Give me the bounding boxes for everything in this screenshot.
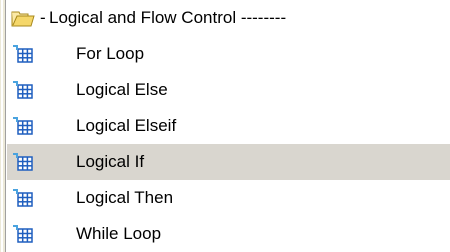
folder-open-icon [11, 11, 35, 27]
tree-item-for-loop[interactable]: For Loop [7, 36, 450, 72]
tree-item-label: Logical Else [76, 80, 168, 99]
tree-collapse-marker: - [40, 8, 46, 27]
tree-folder-label: Logical and Flow Control -------- [49, 8, 287, 27]
tree-list: - Logical and Flow Control -------- For … [7, 0, 450, 252]
tree-folder-logical-and-flow-control[interactable]: - Logical and Flow Control -------- [7, 0, 450, 36]
tree-item-logical-if[interactable]: Logical If [7, 144, 450, 180]
tree-item-label: Logical If [76, 152, 145, 171]
table-icon [13, 225, 33, 243]
tree-item-label: Logical Then [76, 188, 174, 207]
tree-item-label: While Loop [76, 224, 162, 243]
panel-left-border [0, 0, 6, 252]
table-icon [13, 189, 33, 207]
tree-item-logical-elseif[interactable]: Logical Elseif [7, 108, 450, 144]
tree-item-logical-else[interactable]: Logical Else [7, 72, 450, 108]
table-icon [13, 117, 33, 135]
tree-item-label: Logical Elseif [76, 116, 177, 135]
table-icon [13, 45, 33, 63]
table-icon [13, 81, 33, 99]
tree-item-label: For Loop [76, 44, 145, 63]
tree-item-logical-then[interactable]: Logical Then [7, 180, 450, 216]
table-icon [13, 153, 33, 171]
tree-item-while-loop[interactable]: While Loop [7, 216, 450, 252]
